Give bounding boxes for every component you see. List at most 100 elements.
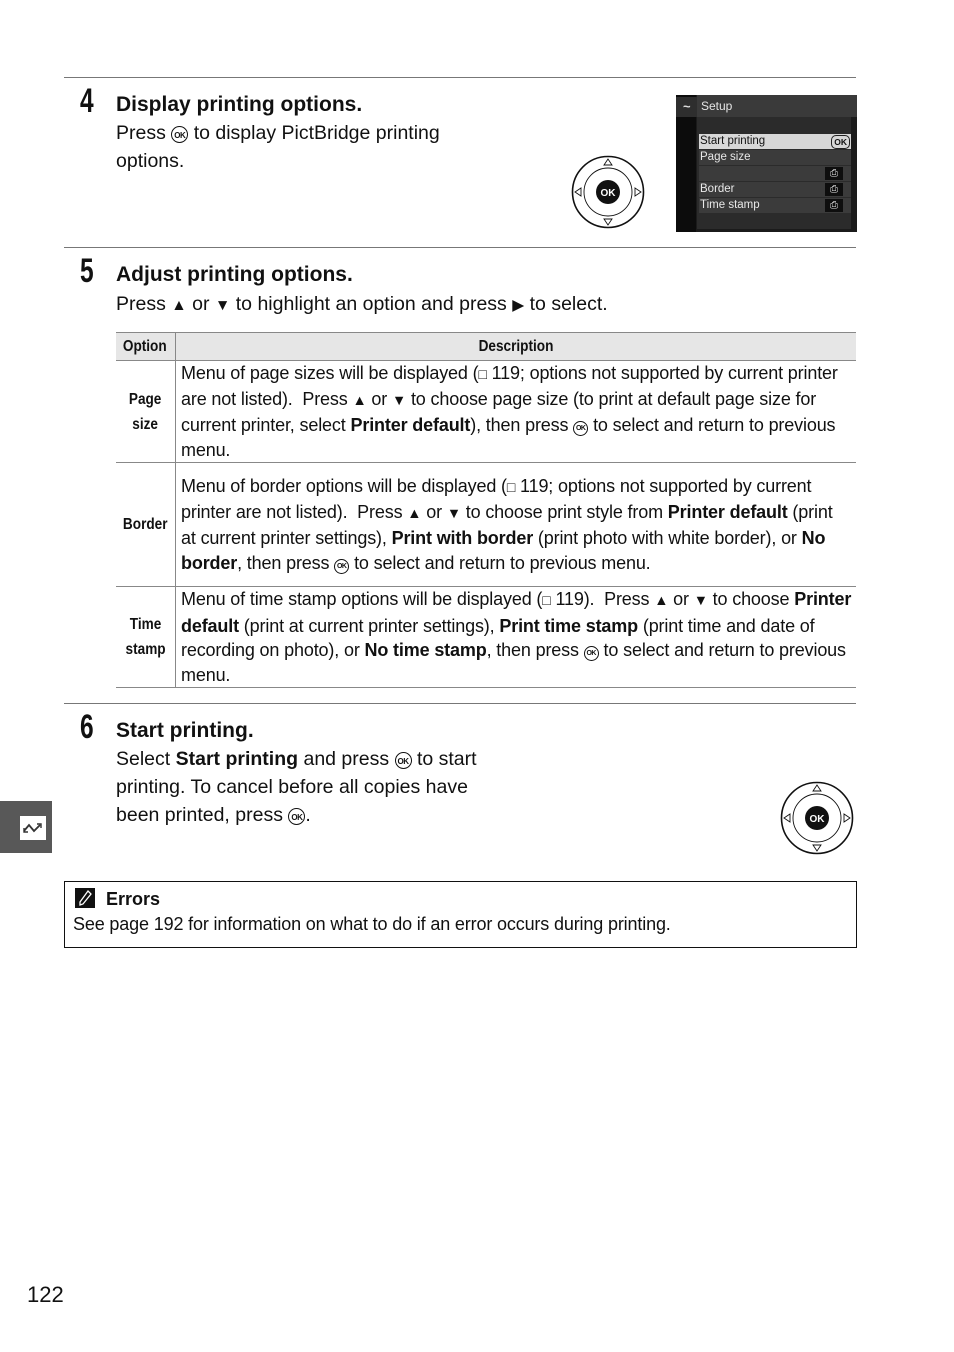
column-header-description: Description (175, 332, 856, 361)
text: to highlight an option and press (235, 293, 507, 315)
down-arrow-icon: ▼ (392, 392, 407, 409)
ok-button-icon: OK (394, 752, 412, 769)
step-title: Adjust printing options. (116, 263, 353, 286)
bold-term: Print time stamp (499, 615, 638, 636)
description-cell: Menu of time stamp options will be displ… (175, 586, 856, 688)
text: or (366, 388, 392, 409)
text: Press (116, 122, 166, 144)
up-arrow-icon: ▲ (171, 297, 187, 314)
table-row: Time stamp Menu of time stamp options will… (116, 586, 856, 688)
text: to select. (529, 293, 608, 315)
text: , then press (237, 552, 335, 573)
text: , then press (486, 640, 584, 660)
text: (print photo with white border), or (533, 528, 802, 548)
text: . (305, 804, 311, 826)
pictbridge-tab-icon: ~ (676, 97, 697, 117)
menu-item-border[interactable]: Border ⎙ (699, 182, 851, 197)
description-cell: Menu of page sizes will be displayed (□ … (175, 360, 856, 463)
step-body: Press OK to display PictBridge printing … (116, 119, 440, 175)
book-reference-icon: □ (506, 479, 516, 495)
menu-item-label: Border (700, 183, 735, 195)
bold-term: Print with border (391, 528, 534, 548)
step-number: 4 (80, 82, 94, 120)
multi-selector-icon: OK (780, 781, 854, 855)
ok-button-icon: OK (288, 808, 306, 825)
option-cell: Border (116, 462, 176, 587)
connection-icon (20, 816, 46, 840)
section-divider (64, 703, 856, 704)
page-number: 122 (27, 1282, 64, 1307)
text: or (421, 501, 447, 522)
bold-term: No time stamp (364, 640, 487, 660)
text: to start (416, 748, 477, 770)
option-cell: Page size (116, 360, 176, 463)
menu-item-page-size[interactable]: Page size (699, 150, 851, 165)
printer-icon: ⎙ (825, 183, 843, 196)
note-body: See page 192 for information on what to … (73, 914, 671, 934)
table-row: Border Menu of border options will be dis… (116, 462, 856, 587)
menu-item-start-printing[interactable]: Start printing OK (699, 134, 851, 149)
text: Press (116, 293, 166, 315)
text: or (668, 589, 694, 609)
book-reference-icon: □ (478, 366, 487, 382)
right-arrow-icon: ▶ (512, 297, 525, 314)
bold-term: Start printing (175, 748, 299, 770)
step-title: Display printing options. (116, 93, 363, 116)
table-row: Page size Menu of page sizes will be displ… (116, 360, 856, 463)
menu-item-label: Time stamp (700, 199, 760, 211)
text: to display PictBridge printing (193, 122, 440, 144)
menu-item-time-stamp[interactable]: Time stamp ⎙ (699, 198, 851, 213)
text: Select (116, 748, 171, 770)
step-title: Start printing. (116, 719, 254, 742)
text: Menu of border options will be displayed… (181, 476, 507, 496)
text: or (192, 293, 210, 315)
down-arrow-icon: ▼ (693, 593, 708, 609)
step-number: 6 (80, 708, 94, 746)
menu-item-label: Page size (700, 151, 751, 163)
bold-term: Printer default (350, 415, 471, 435)
text: Menu of time stamp options will be displ… (181, 589, 543, 609)
bold-term: Printer default (667, 501, 788, 522)
options-table: Option Description Page size Menu of page … (116, 332, 856, 688)
up-arrow-icon: ▲ (654, 593, 669, 609)
step-body: Press ▲ or ▼ to highlight an option and … (116, 290, 608, 320)
text: been printed, press (116, 804, 283, 826)
camera-menu-screen: ~ Setup Start printing OK Page size ⎙ Bo… (676, 95, 857, 232)
column-header-option: Option (116, 332, 176, 361)
note-box: Errors See page 192 for information on w… (64, 881, 857, 948)
ok-label: OK (810, 814, 826, 825)
note-title: Errors (106, 889, 161, 909)
text: to choose (707, 589, 795, 609)
ok-label: OK (601, 188, 617, 199)
menu-header: Setup (697, 95, 857, 117)
step-body: Select Start printing and press OK to st… (116, 745, 477, 829)
book-reference-icon: □ (542, 592, 551, 608)
text: printing. To cancel before all copies ha… (116, 776, 468, 798)
text: (print at current printer settings), (238, 615, 500, 636)
step-number: 5 (80, 252, 94, 290)
text: options. (116, 150, 185, 172)
text: 119). Press (550, 589, 655, 609)
pencil-icon (75, 888, 95, 908)
text: Menu of page sizes will be displayed ( (181, 363, 479, 383)
menu-item-page-size-value[interactable]: ⎙ (699, 166, 851, 181)
down-arrow-icon: ▼ (214, 297, 231, 314)
up-arrow-icon: ▲ (407, 505, 422, 522)
ok-button-icon: OK (573, 421, 589, 436)
chapter-tab[interactable] (0, 801, 52, 853)
section-divider (64, 247, 856, 248)
up-arrow-icon: ▲ (352, 392, 367, 409)
ok-icon: OK (831, 135, 850, 149)
ok-button-icon: OK (583, 646, 599, 661)
printer-icon: ⎙ (825, 199, 843, 212)
text: ), then press (470, 415, 574, 435)
text: to choose print style from (460, 501, 668, 522)
option-cell: Time stamp (116, 586, 176, 688)
table-header-row: Option Description (116, 332, 856, 361)
down-arrow-icon: ▼ (446, 505, 461, 522)
printer-icon: ⎙ (825, 167, 843, 180)
section-divider (64, 77, 856, 78)
text: to select and return to previous menu. (349, 552, 651, 573)
menu-item-label: Start printing (700, 135, 766, 147)
text: and press (303, 748, 390, 770)
